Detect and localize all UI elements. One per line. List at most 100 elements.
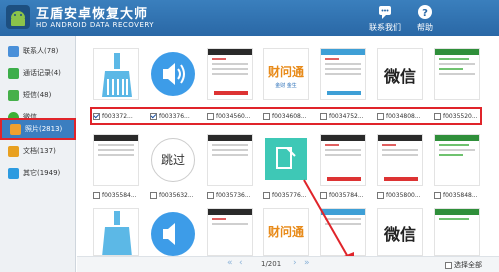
text-line <box>382 154 418 156</box>
photo-thumb-6[interactable]: 微信 <box>377 48 423 100</box>
photo-caption-1[interactable]: f003372... <box>93 111 133 121</box>
photo-thumb-18[interactable]: 财问通 <box>263 208 309 256</box>
skip-bubble: 跳过 <box>151 138 195 182</box>
photo-thumb-4[interactable]: 财问通 金财 金生 <box>263 48 309 100</box>
photo-caption-5[interactable]: f0034752... <box>320 111 364 121</box>
photo-caption-2[interactable]: f003376... <box>150 111 190 121</box>
contact-us-button[interactable]: 联系我们 <box>364 4 406 34</box>
photo-thumb-9[interactable]: 跳过 <box>150 134 196 186</box>
last-page-icon[interactable]: » <box>304 258 310 268</box>
photo-caption-10[interactable]: f0035736... <box>207 190 251 200</box>
speaker-icon <box>151 52 195 96</box>
text-line <box>439 149 475 151</box>
photo-thumb-1[interactable] <box>93 48 139 100</box>
brand-logo: 财问通 <box>267 65 304 79</box>
photo-thumb-13[interactable] <box>377 134 423 186</box>
photo-thumb-16[interactable] <box>150 208 196 256</box>
filename: f0034608... <box>272 112 307 120</box>
photo-thumb-12[interactable] <box>320 134 366 186</box>
text-line <box>212 144 248 146</box>
document-icon <box>8 145 19 157</box>
photo-thumb-7[interactable] <box>434 48 480 100</box>
sidebar-item-other[interactable]: 其它(1949) <box>0 162 76 184</box>
checkbox[interactable] <box>320 191 327 199</box>
photo-thumb-14[interactable] <box>434 134 480 186</box>
checkbox[interactable] <box>207 112 214 120</box>
text-line <box>212 63 248 65</box>
page-indicator: 1/201 <box>261 260 282 268</box>
photo-caption-7[interactable]: f0035520... <box>434 111 478 121</box>
sidebar-item-label: 照片(2813) <box>25 125 63 133</box>
app-subtitle: HD ANDROID DATA RECOVERY <box>36 21 155 29</box>
photo-caption-4[interactable]: f0034608... <box>263 111 307 121</box>
sidebar-item-contacts[interactable]: 联系人(78) <box>0 40 76 62</box>
checkbox[interactable] <box>93 112 100 120</box>
photo-thumb-2[interactable] <box>150 48 196 100</box>
photo-thumb-20[interactable]: 微信 <box>377 208 423 256</box>
photo-caption-11[interactable]: f0035776... <box>263 190 307 200</box>
calligraphy-text: 微信 <box>383 67 416 86</box>
checkbox[interactable] <box>445 261 452 269</box>
status-bar <box>435 135 479 141</box>
photo-thumb-19[interactable] <box>320 208 366 256</box>
contact-us-label: 联系我们 <box>369 23 401 32</box>
photo-thumb-5[interactable] <box>320 48 366 100</box>
photo-caption-9[interactable]: f0035632... <box>150 190 194 200</box>
chat-bubble <box>439 144 469 146</box>
checkbox[interactable] <box>377 112 384 120</box>
checkbox[interactable] <box>377 191 384 199</box>
brand-logo: 财问通 <box>267 225 304 239</box>
checkbox[interactable] <box>150 191 157 199</box>
checkbox[interactable] <box>93 191 100 199</box>
photo-thumb-10[interactable] <box>207 134 253 186</box>
app-header: 互盾安卓恢复大师 HD ANDROID DATA RECOVERY 联系我们 ?… <box>0 0 499 36</box>
help-button[interactable]: ? 帮助 <box>404 4 446 34</box>
text-line <box>325 149 361 151</box>
photo-thumb-15[interactable] <box>93 208 139 256</box>
chat-icon <box>379 6 391 19</box>
photo-thumb-8[interactable] <box>93 134 139 186</box>
checkbox[interactable] <box>434 112 441 120</box>
checkbox[interactable] <box>434 191 441 199</box>
text-line <box>212 218 226 220</box>
text-line <box>212 58 226 60</box>
contact-icon <box>8 45 19 57</box>
status-bar <box>208 209 252 215</box>
text-line <box>325 223 361 225</box>
sidebar-item-documents[interactable]: 文档(137) <box>0 140 76 162</box>
chat-bubble <box>439 218 469 220</box>
photo-caption-6[interactable]: f0034808... <box>377 111 421 121</box>
photo-caption-3[interactable]: f0034560... <box>207 111 251 121</box>
photo-thumb-3[interactable] <box>207 48 253 100</box>
checkbox[interactable] <box>263 112 270 120</box>
filename: f0035584... <box>102 191 137 199</box>
photo-caption-12[interactable]: f0035784... <box>320 190 364 200</box>
text-line <box>325 154 361 156</box>
checkbox[interactable] <box>150 112 157 120</box>
photo-caption-14[interactable]: f0035848... <box>434 190 478 200</box>
photo-thumb-17[interactable] <box>207 208 253 256</box>
photo-thumb-11[interactable] <box>263 134 309 186</box>
photo-caption-8[interactable]: f0035584... <box>93 190 137 200</box>
sidebar-item-calls[interactable]: 通话记录(4) <box>0 62 76 84</box>
photo-thumb-21[interactable] <box>434 208 480 256</box>
checkbox[interactable] <box>207 191 214 199</box>
help-icon: ? <box>418 5 432 19</box>
pagination-bar: « ‹ 1/201 › » 选择全部 <box>77 256 499 272</box>
sidebar-item-photos[interactable]: 照片(2813) <box>0 118 76 140</box>
first-page-icon[interactable]: « <box>227 258 233 268</box>
filename: f003376... <box>159 112 190 120</box>
sidebar-item-label: 短信(48) <box>23 91 52 99</box>
text-line <box>439 73 475 75</box>
next-page-icon[interactable]: › <box>293 258 297 268</box>
checkbox[interactable] <box>320 112 327 120</box>
checkbox[interactable] <box>263 191 270 199</box>
filename: f0034752... <box>329 112 364 120</box>
text-line <box>98 154 134 156</box>
prev-page-icon[interactable]: ‹ <box>239 258 243 268</box>
select-all-checkbox[interactable]: 选择全部 <box>445 260 482 270</box>
chat-bubble <box>439 68 463 70</box>
brand-sub: 金财 金生 <box>275 83 297 89</box>
photo-caption-13[interactable]: f0035800... <box>377 190 421 200</box>
sidebar-item-sms[interactable]: 短信(48) <box>0 84 76 106</box>
